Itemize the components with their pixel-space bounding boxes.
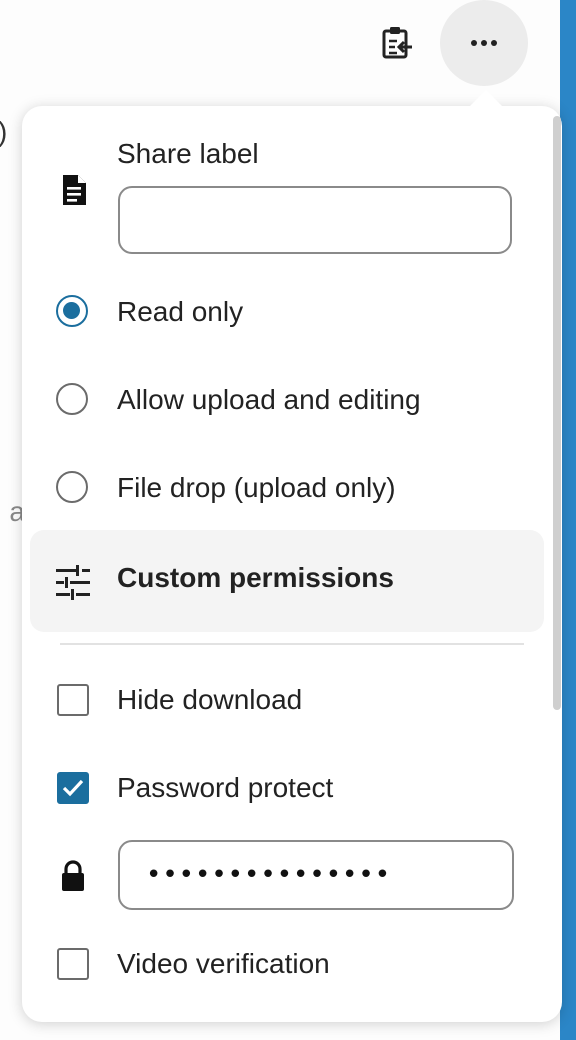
password-protect-checkbox[interactable]: [57, 772, 89, 804]
radio-read-only-label: Read only: [117, 296, 244, 327]
share-label-input[interactable]: [118, 186, 512, 254]
hide-download-label: Hide download: [117, 684, 303, 715]
popover-arrow: [470, 90, 502, 106]
divider: [60, 643, 524, 645]
tune-icon: [52, 562, 94, 602]
radio-allow-upload-editing[interactable]: [56, 383, 88, 415]
radio-read-only[interactable]: [56, 295, 88, 327]
share-label-title: Share label: [117, 138, 259, 169]
clipboard-paste-button[interactable]: [374, 22, 420, 68]
clipboard-paste-icon: [380, 25, 414, 66]
custom-permissions-label: Custom permissions: [117, 562, 394, 593]
background-accent-bar: [560, 0, 576, 1040]
radio-allow-upload-editing-label: Allow upload and editing: [117, 384, 421, 415]
more-actions-button[interactable]: [440, 0, 528, 86]
hide-download-checkbox[interactable]: [57, 684, 89, 716]
background-text-fragment: ): [0, 116, 7, 148]
password-protect-label: Password protect: [117, 772, 334, 803]
lock-icon: [58, 860, 88, 892]
video-verification-label: Video verification: [117, 948, 330, 979]
video-verification-checkbox[interactable]: [57, 948, 89, 980]
more-horizontal-icon: [471, 40, 497, 46]
document-icon: [58, 172, 90, 208]
password-input[interactable]: [118, 840, 514, 910]
radio-file-drop[interactable]: [56, 471, 88, 503]
popover-scrollbar[interactable]: [553, 116, 561, 710]
radio-file-drop-label: File drop (upload only): [117, 472, 396, 503]
checkmark-icon: [62, 779, 84, 797]
